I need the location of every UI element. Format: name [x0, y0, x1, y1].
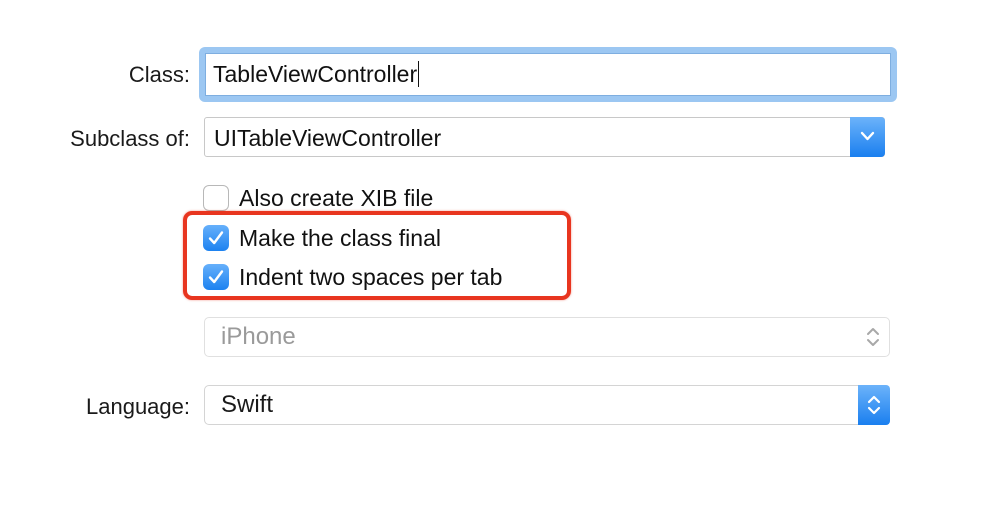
chevron-down-icon [860, 131, 875, 141]
class-field-focus-ring: TableViewController [199, 47, 897, 102]
language-value: Swift [221, 391, 274, 418]
language-popup-arrows[interactable] [858, 385, 890, 425]
subclass-combo-box[interactable]: UITableViewController [204, 117, 885, 157]
language-label: Language: [86, 394, 190, 419]
device-popup: iPhone [204, 317, 890, 357]
class-name-value: TableViewController [213, 61, 418, 87]
up-down-arrows-icon [867, 395, 881, 415]
class-name-input[interactable]: TableViewController [205, 53, 891, 96]
red-highlight-box [183, 211, 571, 300]
subclass-dropdown-button[interactable] [850, 117, 885, 157]
text-caret [418, 60, 420, 87]
subclass-label: Subclass of: [70, 126, 190, 151]
subclass-value: UITableViewController [214, 125, 442, 151]
up-down-arrows-icon [867, 328, 879, 346]
xib-checkbox[interactable] [203, 185, 229, 211]
device-value: iPhone [221, 323, 296, 350]
language-popup[interactable]: Swift [204, 385, 890, 425]
xib-checkbox-label: Also create XIB file [239, 185, 434, 211]
class-label: Class: [128, 62, 190, 87]
device-popup-arrows [857, 318, 889, 356]
